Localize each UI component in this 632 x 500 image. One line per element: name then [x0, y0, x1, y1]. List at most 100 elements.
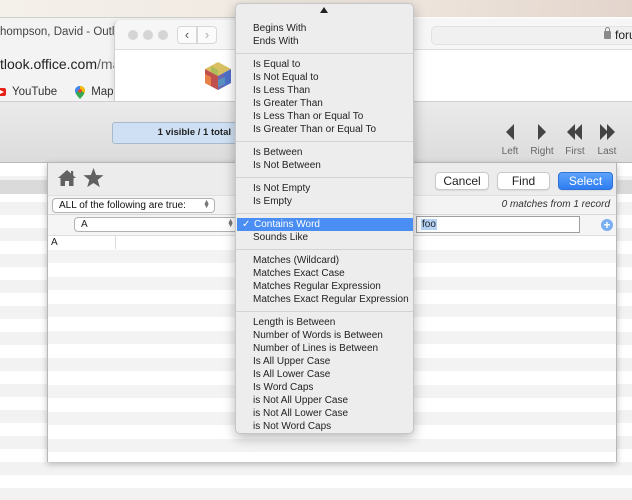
- menu-item-label: Begins With: [253, 23, 307, 34]
- nav-right-button[interactable]: Right: [525, 122, 559, 157]
- menu-item-label: Is All Upper Case: [253, 356, 331, 367]
- close-window-button[interactable]: [128, 30, 138, 40]
- menu-item-label: Is Empty: [253, 196, 292, 207]
- match-count: 0 matches from 1 record: [501, 199, 610, 210]
- menu-separator: [236, 249, 413, 250]
- menu-item-label: Is Word Caps: [253, 382, 314, 393]
- menu-item-label: Is Greater Than: [253, 98, 323, 109]
- menu-separator: [236, 213, 413, 214]
- menu-item-matches-exact-regular-expression[interactable]: Matches Exact Regular Expression: [236, 293, 413, 306]
- match-mode-select[interactable]: ALL of the following are true: ▲ ▼: [52, 198, 215, 213]
- menu-item-is-not-empty[interactable]: Is Not Empty: [236, 182, 413, 195]
- last-arrow-icon: [600, 124, 615, 140]
- select-button[interactable]: Select: [558, 172, 613, 190]
- menu-separator: [236, 311, 413, 312]
- background-row: [0, 488, 632, 500]
- menu-item-label: Matches Exact Case: [253, 268, 345, 279]
- menu-item-label: Is All Lower Case: [253, 369, 331, 380]
- menu-item-label: Is Less Than: [253, 85, 311, 96]
- nav-right-label: Right: [530, 146, 554, 157]
- menu-item-matches-wildcard[interactable]: Matches (Wildcard): [236, 254, 413, 267]
- menu-item-is-all-upper-case[interactable]: Is All Upper Case: [236, 355, 413, 368]
- menu-item-label: Number of Lines is Between: [253, 343, 379, 354]
- menu-separator: [236, 177, 413, 178]
- menu-item-is-between[interactable]: Is Between: [236, 146, 413, 159]
- menu-item-is-greater-than[interactable]: Is Greater Than: [236, 97, 413, 110]
- criterion-value-input[interactable]: foo: [416, 216, 580, 233]
- nav-left-button[interactable]: Left: [493, 122, 527, 157]
- menu-item-label: Matches Exact Regular Expression: [253, 294, 409, 305]
- first-arrow-icon: [567, 124, 582, 140]
- updown-chevron-icon: ▲ ▼: [203, 199, 210, 210]
- menu-item-is-word-caps[interactable]: Is Word Caps: [236, 381, 413, 394]
- youtube-icon: [0, 88, 6, 96]
- right-arrow-icon: [538, 124, 546, 140]
- back-button[interactable]: ‹: [177, 26, 197, 44]
- operator-menu: Begins With Ends With Is Equal to Is Not Eq…: [235, 3, 414, 434]
- menu-item-is-not-equal-to[interactable]: Is Not Equal to: [236, 71, 413, 84]
- menu-item-label: Matches Regular Expression: [253, 281, 381, 292]
- menu-item-sounds-like[interactable]: Sounds Like: [236, 231, 413, 244]
- field-select[interactable]: A ▲ ▼: [74, 217, 239, 232]
- add-criterion-button[interactable]: +: [601, 219, 613, 231]
- menu-item-label: Is Between: [253, 147, 303, 158]
- checkmark-icon: ✓: [242, 219, 251, 230]
- tab-title: hompson, David - Outlo: [0, 26, 121, 38]
- found-set-indicator: 1 visible / 1 total: [112, 122, 242, 144]
- menu-item-is-equal-to[interactable]: Is Equal to: [236, 58, 413, 71]
- menu-item-matches-exact-case[interactable]: Matches Exact Case: [236, 267, 413, 280]
- menu-item-label: Number of Words is Between: [253, 330, 383, 341]
- menu-item-contains-word[interactable]: ✓ Contains Word: [237, 218, 413, 231]
- menu-item-label: is Not Word Caps: [253, 421, 332, 432]
- menu-item-length-is-between[interactable]: Length is Between: [236, 316, 413, 329]
- nav-last-button[interactable]: Last: [590, 122, 624, 157]
- minimize-window-button[interactable]: [143, 30, 153, 40]
- url-host: tlook.office.com: [0, 56, 98, 72]
- nav-left-label: Left: [501, 146, 519, 157]
- background-row: [0, 462, 632, 475]
- forward-button[interactable]: ›: [197, 26, 217, 44]
- zoom-window-button[interactable]: [158, 30, 168, 40]
- menu-item-is-empty[interactable]: Is Empty: [236, 195, 413, 208]
- menu-item-label: Is Equal to: [253, 59, 301, 70]
- menu-item-is-not-all-upper-case[interactable]: is Not All Upper Case: [236, 394, 413, 407]
- menu-item-label: Is Less Than or Equal To: [253, 111, 364, 122]
- bookmarks-bar: YouTube Maps: [0, 84, 119, 100]
- menu-item-is-less-than[interactable]: Is Less Than: [236, 84, 413, 97]
- address-host: foru: [615, 28, 632, 42]
- result-cell: A: [51, 237, 58, 248]
- menu-item-begins-with[interactable]: Begins With: [236, 22, 413, 35]
- menu-item-is-all-lower-case[interactable]: Is All Lower Case: [236, 368, 413, 381]
- menu-item-label: Is Not Equal to: [253, 72, 319, 83]
- address-bar[interactable]: foru: [431, 26, 632, 45]
- nav-first-button[interactable]: First: [558, 122, 592, 157]
- menu-item-is-greater-than-or-equal-to[interactable]: Is Greater Than or Equal To: [236, 123, 413, 136]
- menu-item-label: Matches (Wildcard): [253, 255, 340, 266]
- menu-item-matches-regular-expression[interactable]: Matches Regular Expression: [236, 280, 413, 293]
- field-value: A: [81, 219, 88, 230]
- menu-item-is-less-than-or-equal-to[interactable]: Is Less Than or Equal To: [236, 110, 413, 123]
- background-row: [0, 475, 632, 488]
- star-icon[interactable]: [83, 168, 104, 188]
- scroll-up-arrow-icon[interactable]: [320, 7, 328, 13]
- nav-last-label: Last: [597, 146, 617, 157]
- result-row: [48, 438, 616, 452]
- colorful-cube-icon: [205, 62, 231, 90]
- match-mode-value: ALL of the following are true:: [59, 200, 186, 211]
- menu-item-label: Is Not Between: [253, 160, 321, 171]
- maps-icon: [75, 86, 86, 99]
- menu-item-label: is Not All Lower Case: [253, 408, 349, 419]
- menu-item-is-not-all-lower-case[interactable]: is Not All Lower Case: [236, 407, 413, 420]
- menu-item-is-not-word-caps[interactable]: is Not Word Caps: [236, 420, 413, 433]
- bookmark-youtube[interactable]: YouTube: [12, 86, 57, 98]
- menu-item-number-of-lines-is-between[interactable]: Number of Lines is Between: [236, 342, 413, 355]
- menu-item-label: Ends With: [253, 36, 299, 47]
- menu-item-number-of-words-is-between[interactable]: Number of Words is Between: [236, 329, 413, 342]
- menu-item-is-not-between[interactable]: Is Not Between: [236, 159, 413, 172]
- cancel-button[interactable]: Cancel: [435, 172, 489, 190]
- menu-item-ends-with[interactable]: Ends With: [236, 35, 413, 48]
- menu-item-label: Is Not Empty: [253, 183, 311, 194]
- left-arrow-icon: [506, 124, 514, 140]
- find-button[interactable]: Find: [497, 172, 550, 190]
- home-icon[interactable]: [57, 169, 77, 187]
